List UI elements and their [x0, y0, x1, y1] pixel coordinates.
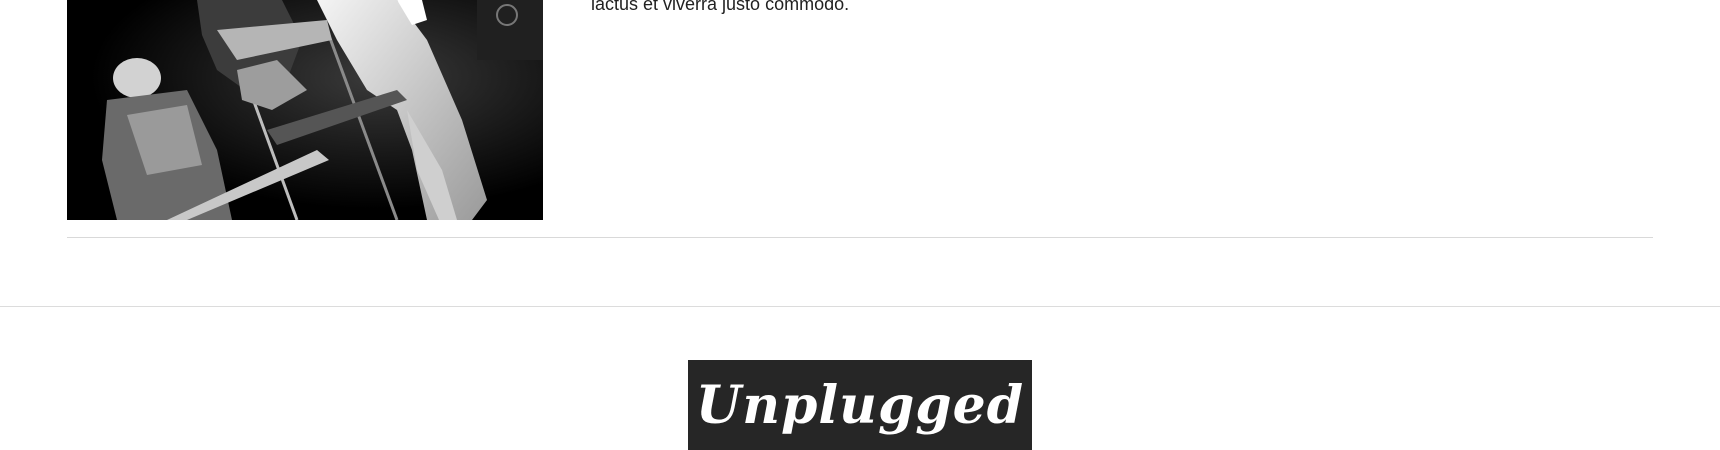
post-divider: [67, 237, 1653, 238]
post-image[interactable]: [67, 0, 543, 220]
post-excerpt-text: lactus et viverra justo commodo.: [591, 0, 850, 14]
footer-logo-link[interactable]: Unplugged: [688, 360, 1032, 450]
concert-photo: [67, 0, 543, 220]
footer-logo-text: Unplugged: [695, 375, 1025, 436]
footer-divider: [0, 306, 1720, 307]
page: lactus et viverra justo commodo. Unplugg…: [0, 0, 1720, 450]
